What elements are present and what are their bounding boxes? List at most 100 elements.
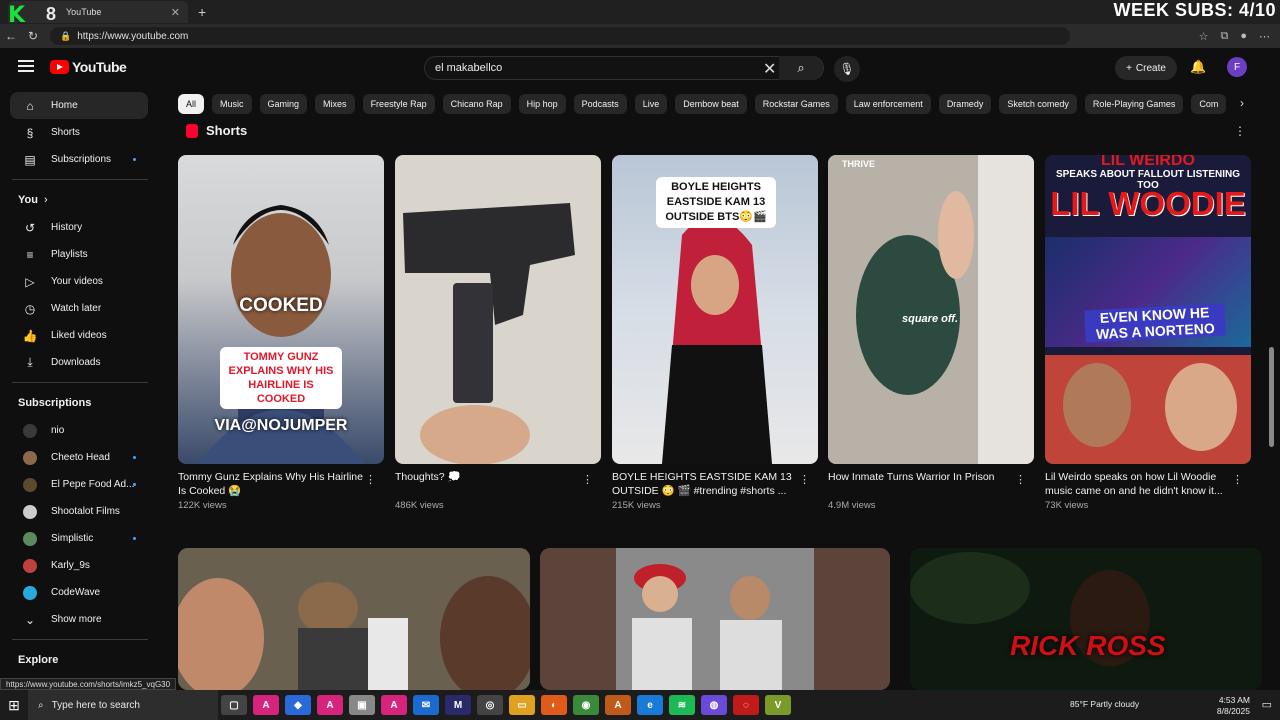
app-icon[interactable]: A	[381, 695, 407, 715]
sidebar-item-liked-videos[interactable]: 👍 Liked videos	[0, 322, 160, 349]
youtube-logo[interactable]: YouTube	[50, 59, 127, 75]
sidebar-sub-item[interactable]: Karly_9s	[0, 552, 160, 579]
short-title[interactable]: Thoughts? 💭	[395, 470, 581, 498]
chip[interactable]: Podcasts	[573, 94, 627, 114]
search-button[interactable]: ⌕	[779, 56, 823, 80]
app-icon[interactable]: ▣	[349, 695, 375, 715]
chrome-icon[interactable]: ◉	[573, 695, 599, 715]
notifications-bell-icon[interactable]: 🔔	[1190, 59, 1206, 75]
edge-icon[interactable]: e	[637, 695, 663, 715]
sidebar-sub-item[interactable]: Cheeto Head	[0, 444, 160, 471]
more-vert-icon[interactable]: ⋮	[799, 473, 810, 486]
system-clock[interactable]: 4:53 AM 8/8/2025	[1217, 695, 1250, 717]
short-card[interactable]: LIL WEIRDO SPEAKS ABOUT FALLOUT LISTENIN…	[1045, 155, 1251, 511]
clear-search-icon[interactable]: ✕	[763, 59, 776, 79]
short-title[interactable]: Lil Weirdo speaks on how Lil Woodie musi…	[1045, 470, 1231, 498]
more-vert-icon[interactable]: ⋮	[1232, 473, 1243, 486]
app-icon[interactable]: A	[605, 695, 631, 715]
short-card[interactable]: Thoughts? 💭 486K views ⋮	[395, 155, 601, 511]
chip[interactable]: Music	[212, 94, 252, 114]
short-title[interactable]: Tommy Gunz Explains Why His Hairline Is …	[178, 470, 364, 498]
spotify-icon[interactable]: ≋	[669, 695, 695, 715]
task-view-icon[interactable]: ▢	[221, 695, 247, 715]
sidebar-sub-item[interactable]: Shootalot Films	[0, 498, 160, 525]
url-field[interactable]: 🔒 https://www.youtube.com	[50, 27, 1070, 45]
chip[interactable]: Rockstar Games	[754, 94, 838, 114]
sidebar-item-home[interactable]: ⌂ Home	[10, 92, 148, 119]
chip[interactable]: Dembow beat	[675, 94, 747, 114]
sidebar-item-downloads[interactable]: ⤓ Downloads	[0, 349, 160, 376]
short-card[interactable]: THRIVE square off. How Inmate Turns Warr…	[828, 155, 1034, 511]
new-tab-icon[interactable]: +	[198, 4, 206, 20]
more-icon[interactable]: ⋯	[1259, 30, 1270, 43]
search-input[interactable]: el makabellco ✕ ⌕	[424, 56, 824, 80]
short-title[interactable]: How Inmate Turns Warrior In Prison	[828, 470, 1014, 498]
sidebar-sub-item[interactable]: Simplistic	[0, 525, 160, 552]
tab-close-icon[interactable]: ✕	[171, 6, 180, 19]
video-thumbnail[interactable]	[178, 548, 530, 690]
app-icon[interactable]: ◎	[477, 695, 503, 715]
chip[interactable]: Live	[634, 94, 668, 114]
sidebar-item-watch-later[interactable]: ◷ Watch later	[0, 295, 160, 322]
refresh-icon[interactable]: ↻	[22, 29, 44, 43]
notifications-icon[interactable]: ▭	[1262, 698, 1272, 711]
chip[interactable]: Role-Playing Games	[1084, 94, 1184, 114]
sidebar-show-more[interactable]: ⌄ Show more	[0, 606, 160, 633]
short-title[interactable]: BOYLE HEIGHTS EASTSIDE KAM 13 OUTSIDE 😳 …	[612, 470, 798, 498]
sidebar-item-history[interactable]: ↺ History	[0, 214, 160, 241]
browser-tab[interactable]: YouTube ✕	[8, 1, 188, 23]
sidebar-sub-item[interactable]: CodeWave	[0, 579, 160, 606]
extensions-icon[interactable]: ⧉	[1220, 30, 1228, 43]
sidebar-item-shorts[interactable]: § Shorts	[0, 119, 160, 146]
favorite-icon[interactable]: ☆	[1199, 30, 1209, 43]
chip[interactable]: All	[178, 94, 205, 114]
menu-icon[interactable]	[18, 60, 34, 72]
more-vert-icon[interactable]: ⋮	[1234, 124, 1246, 138]
more-vert-icon[interactable]: ⋮	[582, 473, 593, 486]
short-thumbnail[interactable]: THRIVE square off.	[828, 155, 1034, 464]
chip[interactable]: Freestyle Rap	[362, 94, 435, 114]
chip[interactable]: Sketch comedy	[999, 94, 1077, 114]
voice-search-button[interactable]: 🎙	[834, 56, 860, 82]
chip[interactable]: Dramedy	[938, 94, 992, 114]
app-icon[interactable]: ◌	[733, 695, 759, 715]
more-vert-icon[interactable]: ⋮	[1015, 473, 1026, 486]
chip[interactable]: Gaming	[259, 94, 308, 114]
back-icon[interactable]: ←	[0, 29, 22, 43]
short-card[interactable]: COOKED TOMMY GUNZ EXPLAINS WHY HIS HAIRL…	[178, 155, 384, 511]
weather-widget[interactable]: 85°F Partly cloudy	[1070, 699, 1139, 709]
chip[interactable]: Law enforcement	[845, 94, 931, 114]
chevron-right-icon[interactable]: ›	[1240, 96, 1244, 110]
sidebar-you-header[interactable]: You ›	[0, 186, 160, 214]
sidebar-sub-item[interactable]: El Pepe Food Ad...	[0, 471, 160, 498]
short-card[interactable]: BOYLE HEIGHTS EASTSIDE KAM 13 OUTSIDE BT…	[612, 155, 818, 511]
more-vert-icon[interactable]: ⋮	[365, 473, 376, 486]
short-thumbnail[interactable]: BOYLE HEIGHTS EASTSIDE KAM 13 OUTSIDE BT…	[612, 155, 818, 464]
create-button[interactable]: + Create	[1115, 56, 1177, 80]
sidebar-item-subscriptions[interactable]: ▤ Subscriptions	[0, 146, 160, 173]
sidebar-sub-item[interactable]: nio	[0, 417, 160, 444]
profile-icon[interactable]: ●	[1240, 30, 1247, 43]
folder-icon[interactable]: ▭	[509, 695, 535, 715]
scrollbar-thumb[interactable]	[1269, 347, 1274, 447]
app-icon[interactable]: V	[765, 695, 791, 715]
mail-icon[interactable]: ✉	[413, 695, 439, 715]
chip[interactable]: Mixes	[315, 94, 355, 114]
app-icon[interactable]: M	[445, 695, 471, 715]
short-thumbnail[interactable]: COOKED TOMMY GUNZ EXPLAINS WHY HIS HAIRL…	[178, 155, 384, 464]
short-thumbnail[interactable]	[395, 155, 601, 464]
chip[interactable]: Com	[1191, 94, 1227, 114]
app-icon[interactable]: ◐	[541, 695, 567, 715]
app-icon[interactable]: ◆	[285, 695, 311, 715]
video-thumbnail[interactable]: RICK ROSS	[910, 548, 1262, 690]
taskbar-search[interactable]: ⌕ Type here to search	[28, 690, 218, 720]
app-icon[interactable]: ◍	[701, 695, 727, 715]
account-avatar[interactable]: F	[1227, 57, 1247, 77]
app-icon[interactable]: A	[317, 695, 343, 715]
short-thumbnail[interactable]: LIL WEIRDO SPEAKS ABOUT FALLOUT LISTENIN…	[1045, 155, 1251, 464]
chip[interactable]: Chicano Rap	[442, 94, 511, 114]
sidebar-item-your-videos[interactable]: ▷ Your videos	[0, 268, 160, 295]
chip[interactable]: Hip hop	[518, 94, 566, 114]
sidebar-item-playlists[interactable]: ≡ Playlists	[0, 241, 160, 268]
video-thumbnail[interactable]	[540, 548, 890, 690]
